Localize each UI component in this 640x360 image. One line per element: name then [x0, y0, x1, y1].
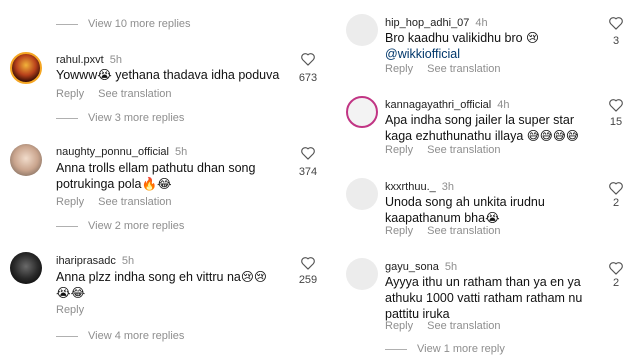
divider-dash [56, 117, 78, 119]
comment-header: ihariprasadc 5h [56, 251, 134, 269]
like-count: 673 [298, 72, 318, 84]
username[interactable]: gayu_sona [385, 261, 439, 273]
comment-actions: Reply [56, 304, 98, 316]
username[interactable]: ihariprasadc [56, 255, 116, 267]
comment-text: Ayyya ithu un ratham than ya en ya athuk… [385, 275, 583, 321]
comment-header: hip_hop_adhi_07 4h [385, 13, 488, 31]
timestamp: 5h [109, 54, 122, 66]
left-comments-panel: View 10 more replies rahul.pxvt 5h Yowww😭… [0, 0, 330, 360]
comment-text: Anna trolls ellam pathutu dhan song potr… [56, 161, 256, 191]
reply-button[interactable]: Reply [385, 320, 413, 332]
username[interactable]: naughty_ponnu_official [56, 146, 169, 158]
comment-text: Apa indha song jailer la super star kaga… [385, 113, 579, 143]
comment-text: Yowww😭 yethana thadava idha poduva [56, 68, 280, 82]
comment-header: naughty_ponnu_official 5h [56, 142, 187, 160]
comment-text-line: Bro kaadhu valikidhu bro 😢 [385, 31, 540, 45]
like-count: 2 [612, 277, 620, 289]
username[interactable]: kannagayathri_official [385, 99, 491, 111]
like-count: 2 [612, 197, 620, 209]
username[interactable]: kxxrthuu._ [385, 181, 436, 193]
divider-dash [56, 335, 78, 337]
comment-header: rahul.pxvt 5h [56, 50, 122, 68]
timestamp: 4h [475, 17, 488, 29]
username[interactable]: hip_hop_adhi_07 [385, 17, 469, 29]
avatar[interactable] [346, 14, 378, 46]
avatar[interactable] [346, 178, 378, 210]
comment-actions: Reply See translation [385, 63, 515, 75]
comment-actions: Reply See translation [56, 196, 186, 208]
heart-outline-icon[interactable] [608, 181, 624, 195]
comment-text: Unoda song ah unkita irudnu kaapathanum … [385, 195, 545, 225]
heart-outline-icon[interactable] [300, 146, 316, 160]
reply-button[interactable]: Reply [385, 144, 413, 156]
comment-actions: Reply See translation [385, 225, 515, 237]
avatar[interactable] [346, 258, 378, 290]
comment-text: Anna plzz indha song eh vittru na😢😢😭😂 [56, 270, 267, 300]
avatar[interactable] [346, 96, 378, 128]
timestamp: 4h [497, 99, 510, 111]
see-translation-link[interactable]: See translation [427, 225, 500, 237]
view-more-replies[interactable]: View 4 more replies [56, 330, 184, 342]
view-more-replies[interactable]: View 10 more replies [56, 18, 191, 30]
mention-link[interactable]: @wikkiofficial [385, 46, 585, 62]
see-translation-link[interactable]: See translation [427, 144, 500, 156]
timestamp: 5h [444, 261, 458, 273]
reply-button[interactable]: Reply [56, 88, 84, 100]
heart-outline-icon[interactable] [608, 16, 624, 30]
timestamp: 5h [121, 255, 135, 267]
username[interactable]: rahul.pxvt [56, 54, 104, 66]
see-translation-link[interactable]: See translation [427, 63, 500, 75]
view-more-replies[interactable]: View 2 more replies [56, 220, 184, 232]
reply-button[interactable]: Reply [56, 304, 84, 316]
reply-button[interactable]: Reply [56, 196, 84, 208]
comment-header: gayu_sona 5h [385, 257, 457, 275]
avatar[interactable] [10, 52, 42, 84]
avatar[interactable] [10, 252, 42, 284]
see-translation-link[interactable]: See translation [98, 88, 171, 100]
heart-outline-icon[interactable] [300, 256, 316, 270]
heart-outline-icon[interactable] [300, 52, 316, 66]
heart-outline-icon[interactable] [608, 98, 624, 112]
like-count: 15 [609, 116, 623, 128]
comment-text: Bro kaadhu valikidhu bro 😢 @wikkiofficia… [385, 30, 585, 62]
right-replies-panel: hip_hop_adhi_07 4h Bro kaadhu valikidhu b… [330, 0, 640, 360]
heart-outline-icon[interactable] [608, 261, 624, 275]
like-count: 3 [612, 35, 620, 47]
see-translation-link[interactable]: See translation [427, 320, 500, 332]
divider-dash [385, 348, 407, 350]
comment-actions: Reply See translation [56, 88, 186, 100]
comment-header: kxxrthuu._ 3h [385, 177, 454, 195]
comment-header: kannagayathri_official 4h [385, 95, 509, 113]
divider-dash [56, 23, 78, 25]
timestamp: 3h [441, 181, 454, 193]
reply-button[interactable]: Reply [385, 63, 413, 75]
avatar[interactable] [10, 144, 42, 176]
like-count: 374 [298, 166, 318, 178]
comment-actions: Reply See translation [385, 320, 515, 332]
view-more-replies[interactable]: View 1 more reply [385, 343, 505, 355]
see-translation-link[interactable]: See translation [98, 196, 171, 208]
divider-dash [56, 225, 78, 227]
reply-button[interactable]: Reply [385, 225, 413, 237]
timestamp: 5h [174, 146, 188, 158]
like-count: 259 [298, 274, 318, 286]
view-more-replies[interactable]: View 3 more replies [56, 112, 184, 124]
comment-actions: Reply See translation [385, 144, 515, 156]
